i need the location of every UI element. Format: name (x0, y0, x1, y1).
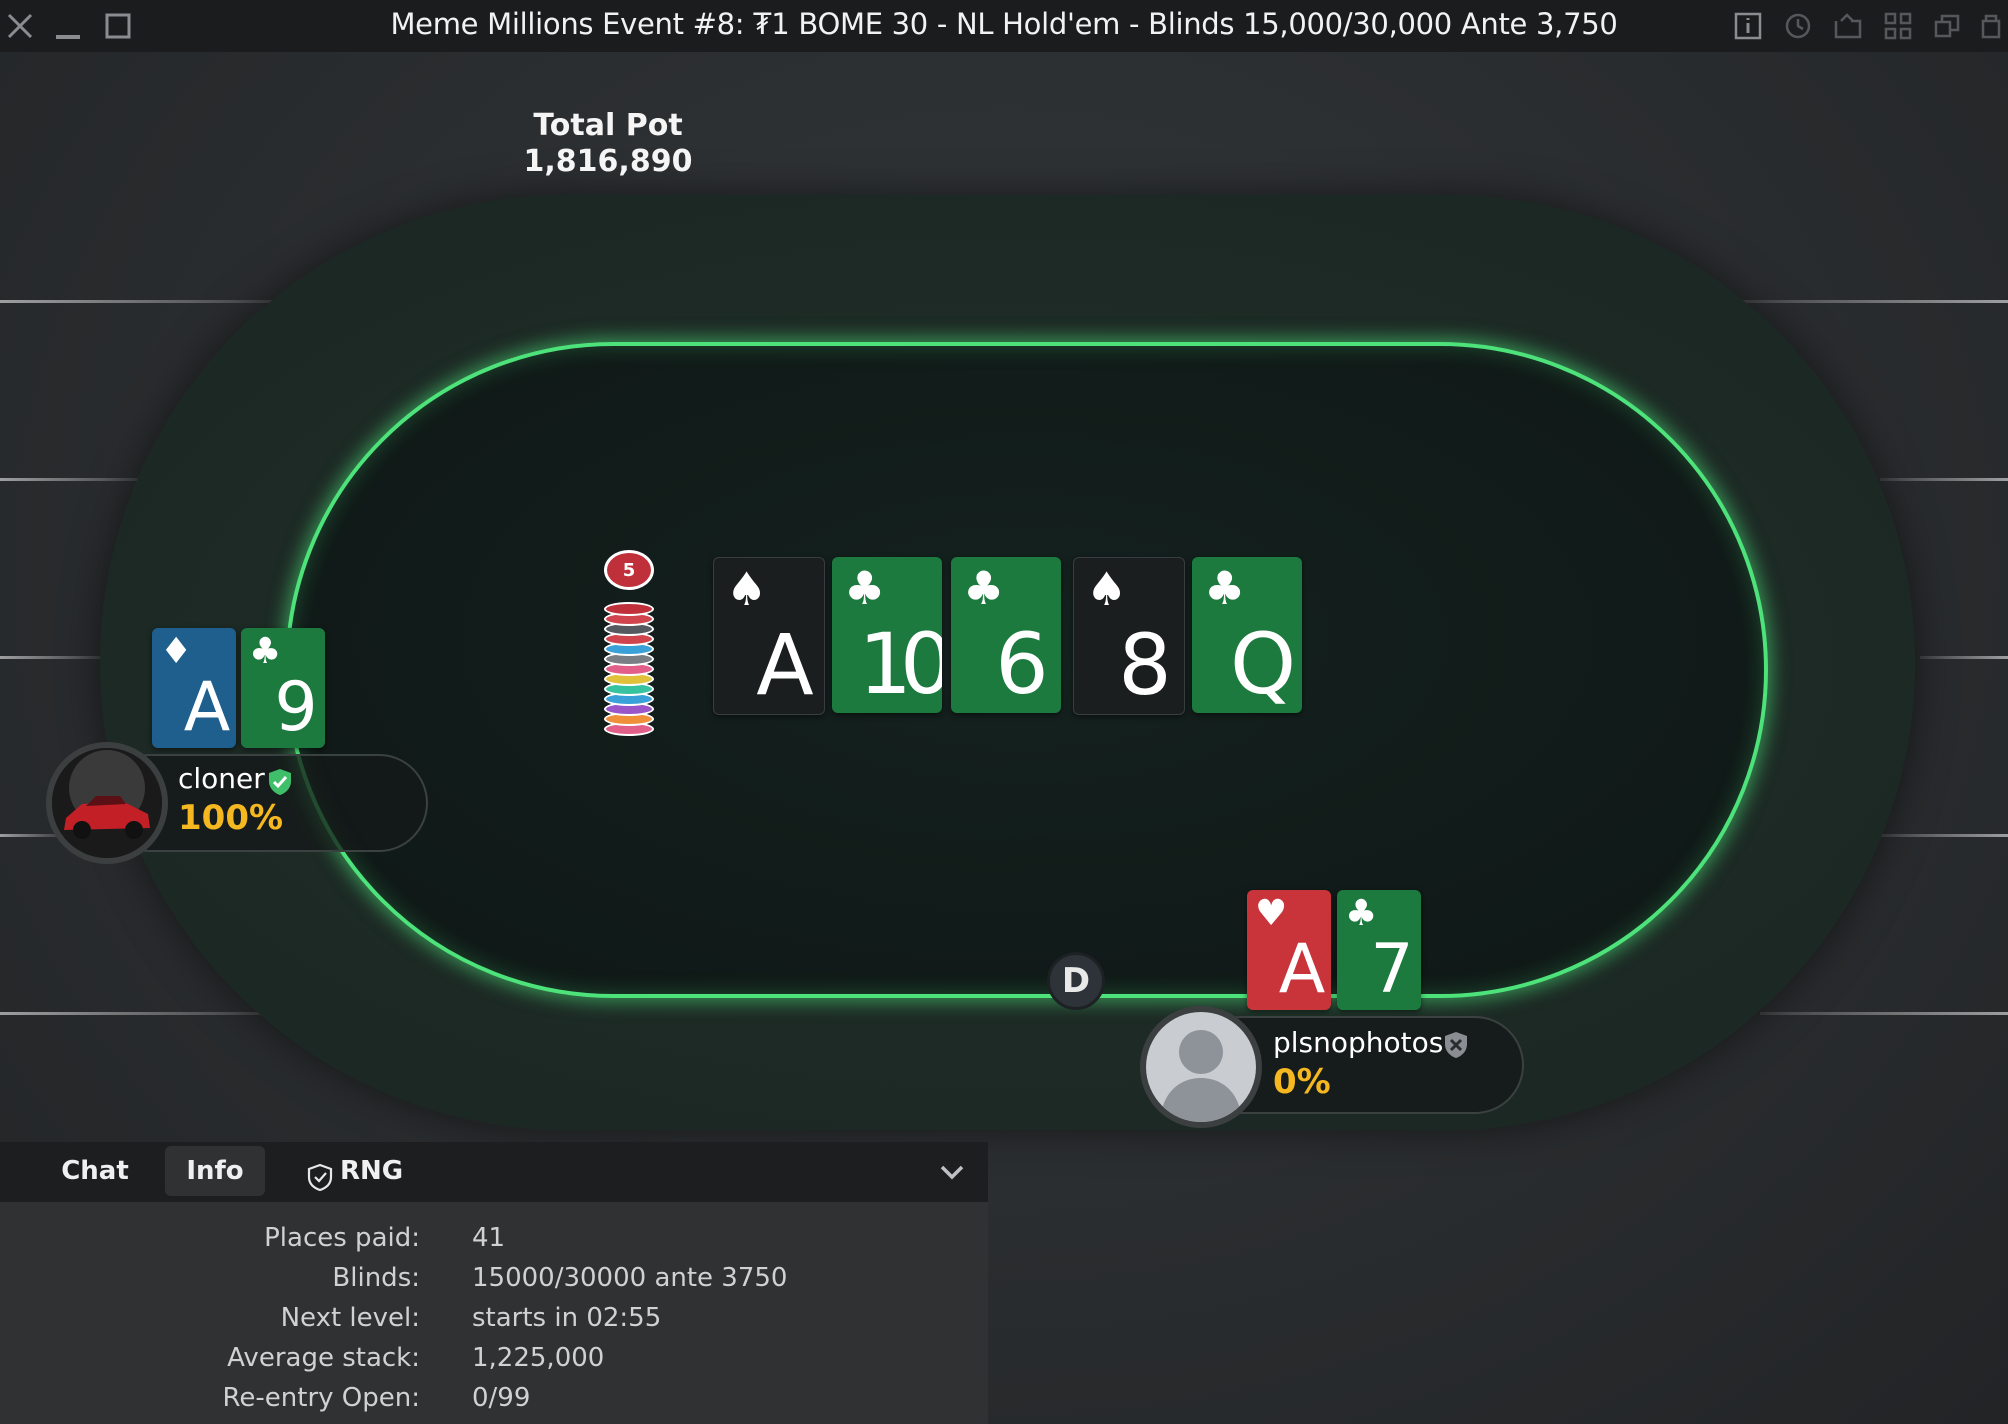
chip-top: 5 (604, 550, 654, 590)
info-row-reentry: Re-entry Open: 0/99 (0, 1378, 988, 1418)
equity-percent: 0% (1273, 1062, 1331, 1102)
light-streak (0, 478, 140, 481)
card-rank: 7 (1370, 930, 1413, 1009)
tab-chat[interactable]: Chat (40, 1146, 150, 1196)
light-streak (1920, 656, 2008, 659)
light-streak (1880, 478, 2008, 481)
hole-card: ♥ A (1247, 890, 1331, 1010)
panel-tabs: Chat Info RNG (0, 1142, 988, 1202)
info-icon[interactable] (1730, 8, 1766, 44)
unverified-shield-icon (1443, 1031, 1469, 1059)
info-key: Blinds: (332, 1263, 420, 1293)
lobby-icon[interactable] (1830, 8, 1866, 44)
player-name: cloner (178, 762, 265, 795)
info-key: Places paid: (264, 1223, 420, 1253)
light-streak (1740, 300, 2008, 303)
equity-percent: 100% (178, 798, 284, 838)
info-panel: Chat Info RNG Places paid: 41 Blinds: 15… (0, 1142, 988, 1424)
club-suit-icon: ♣ (963, 561, 1005, 615)
card-rank: 10 (858, 615, 942, 713)
board-card: ♣ Q (1192, 557, 1302, 713)
club-suit-icon: ♣ (1204, 561, 1246, 615)
title-bar: Meme Millions Event #8: ₮1 BOME 30 - NL … (0, 0, 2008, 52)
card-rank: A (756, 616, 813, 714)
card-rank: 9 (274, 668, 317, 747)
info-key: Average stack: (227, 1343, 420, 1373)
club-suit-icon: ♣ (1345, 893, 1378, 934)
card-rank: Q (1229, 615, 1296, 713)
avatar[interactable] (1140, 1006, 1262, 1128)
dealer-button: D (1047, 952, 1105, 1010)
cascade-icon[interactable] (1930, 8, 1966, 44)
hole-card: ♣ 7 (1337, 890, 1421, 1010)
club-suit-icon: ♣ (249, 631, 282, 672)
pot-chip-stack: 5 (604, 550, 654, 738)
car-avatar-image (52, 748, 162, 858)
board-card: ♠ 8 (1073, 557, 1185, 715)
card-rank: A (1278, 930, 1326, 1009)
light-streak (0, 300, 280, 303)
info-row-next-level: Next level: starts in 02:55 (0, 1298, 988, 1338)
card-rank: A (183, 668, 231, 747)
tab-rng-label: RNG (340, 1156, 404, 1186)
hole-card: ♦ A (152, 628, 236, 748)
info-value: 0/99 (472, 1383, 531, 1413)
info-key: Next level: (280, 1303, 420, 1333)
board-card: ♣ 6 (951, 557, 1061, 713)
chevron-down-icon[interactable] (936, 1156, 968, 1188)
card-rank: 6 (995, 615, 1048, 713)
grid-icon[interactable] (1880, 8, 1916, 44)
total-pot: Total Pot 1,816,890 (460, 108, 756, 180)
light-streak (0, 834, 60, 837)
settings-icon[interactable] (1972, 8, 2008, 44)
hole-card: ♣ 9 (241, 628, 325, 748)
window-title: Meme Millions Event #8: ₮1 BOME 30 - NL … (390, 7, 1618, 41)
light-streak (0, 656, 100, 659)
tab-rng[interactable]: RNG (300, 1146, 420, 1196)
pot-amount: 1,816,890 (523, 144, 693, 179)
board-card: ♠ A (713, 557, 825, 715)
info-value: 41 (472, 1223, 506, 1253)
default-avatar-image (1146, 1012, 1256, 1122)
info-row-places-paid: Places paid: 41 (0, 1218, 988, 1258)
info-row-blinds: Blinds: 15000/30000 ante 3750 (0, 1258, 988, 1298)
verified-shield-icon (267, 768, 293, 796)
card-rank: 8 (1118, 616, 1171, 714)
club-suit-icon: ♣ (844, 561, 886, 615)
info-value: starts in 02:55 (472, 1303, 662, 1333)
spade-suit-icon: ♠ (726, 562, 768, 616)
info-value: 15000/30000 ante 3750 (472, 1263, 788, 1293)
light-streak (1760, 1012, 2008, 1015)
info-key: Re-entry Open: (222, 1383, 421, 1413)
spade-suit-icon: ♠ (1086, 562, 1128, 616)
board-card: ♣ 10 (832, 557, 942, 713)
info-row-average-stack: Average stack: 1,225,000 (0, 1338, 988, 1378)
heart-suit-icon: ♥ (1255, 893, 1288, 934)
light-streak (0, 1012, 270, 1015)
player-name: plsnophotos (1273, 1026, 1444, 1059)
diamond-suit-icon: ♦ (160, 631, 193, 672)
tab-info[interactable]: Info (165, 1146, 265, 1196)
light-streak (1880, 834, 2008, 837)
pot-label: Total Pot (533, 108, 683, 143)
history-icon[interactable] (1780, 8, 1816, 44)
avatar[interactable] (46, 742, 168, 864)
info-value: 1,225,000 (472, 1343, 605, 1373)
shield-icon (306, 1158, 334, 1192)
